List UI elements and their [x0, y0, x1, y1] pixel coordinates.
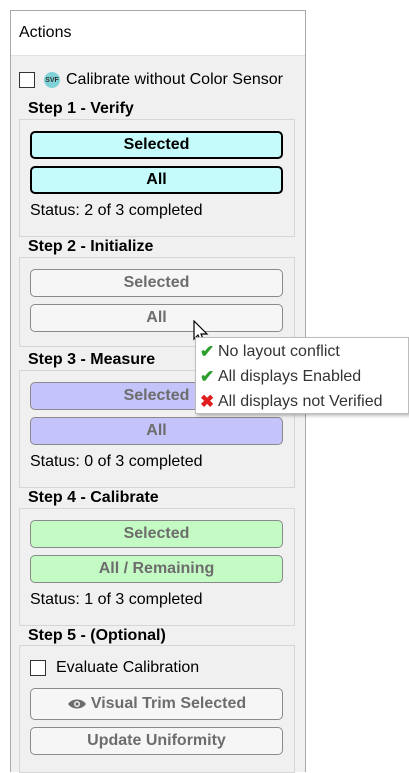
evaluate-calibration-checkbox[interactable] [30, 660, 46, 676]
step-4-selected-button[interactable]: Selected [30, 520, 283, 548]
step-3-status: Status: 0 of 3 completed [30, 453, 203, 470]
step-1-selected-button[interactable]: Selected [30, 131, 283, 159]
step-2-selected-button[interactable]: Selected [30, 269, 283, 297]
step-1-all-button[interactable]: All [30, 166, 283, 194]
step-1-status: Status: 2 of 3 completed [30, 202, 203, 219]
step-2-all-button[interactable]: All [30, 304, 283, 332]
check-icon: ✔ [200, 367, 215, 386]
step-1-title: Step 1 - Verify [28, 100, 136, 118]
tooltip-text: All displays Enabled [218, 368, 362, 385]
step-4-all-remaining-button[interactable]: All / Remaining [30, 555, 283, 583]
tooltip-row: ✔ All displays Enabled [200, 367, 361, 387]
tooltip-text: No layout conflict [218, 343, 340, 360]
visual-trim-selected-label: Visual Trim Selected [90, 695, 247, 712]
calibrate-without-sensor-checkbox[interactable] [19, 72, 35, 88]
step-3-all-button[interactable]: All [30, 417, 283, 445]
tooltip-row: ✔ No layout conflict [200, 342, 340, 362]
tooltip-text: All displays not Verified [218, 393, 383, 410]
step-5-title: Step 5 - (Optional) [28, 627, 168, 645]
step-4-title: Step 4 - Calibrate [28, 489, 161, 507]
step-2-title: Step 2 - Initialize [28, 238, 156, 256]
visual-trim-selected-button[interactable]: Visual Trim Selected [30, 688, 283, 720]
step-4-status: Status: 1 of 3 completed [30, 591, 203, 608]
calibrate-without-sensor-label: Calibrate without Color Sensor [66, 71, 283, 88]
evaluate-calibration-label: Evaluate Calibration [56, 659, 200, 676]
panel-title: Actions [19, 24, 72, 41]
tooltip-row: ✖ All displays not Verified [200, 392, 383, 412]
eye-icon [67, 699, 86, 709]
panel-header: Actions [11, 11, 305, 56]
evaluate-calibration-option[interactable]: Evaluate Calibration [30, 659, 199, 677]
check-icon: ✔ [200, 342, 215, 361]
update-uniformity-button[interactable]: Update Uniformity [30, 727, 283, 755]
status-tooltip: ✔ No layout conflict ✔ All displays Enab… [195, 337, 409, 414]
cross-icon: ✖ [200, 392, 215, 411]
step-3-title: Step 3 - Measure [28, 351, 158, 369]
svf-icon: SVF [44, 72, 60, 88]
calibrate-without-sensor-option[interactable]: SVF Calibrate without Color Sensor [19, 71, 283, 89]
